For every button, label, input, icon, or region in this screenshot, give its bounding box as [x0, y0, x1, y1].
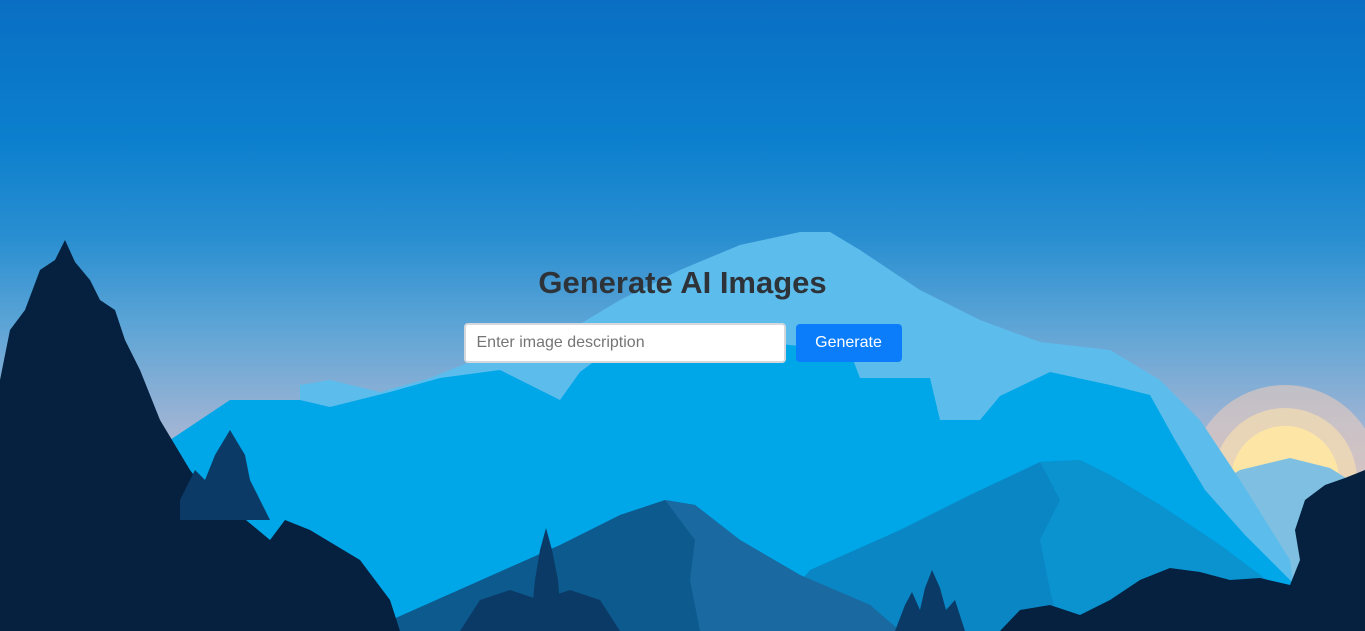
page: Generate AI Images Generate — [0, 0, 1365, 631]
generate-form: Generate — [0, 323, 1365, 363]
page-title: Generate AI Images — [538, 265, 827, 300]
generator-panel: Generate AI Images Generate — [0, 262, 1365, 363]
generate-button[interactable]: Generate — [795, 324, 902, 362]
image-description-input[interactable] — [463, 323, 786, 363]
